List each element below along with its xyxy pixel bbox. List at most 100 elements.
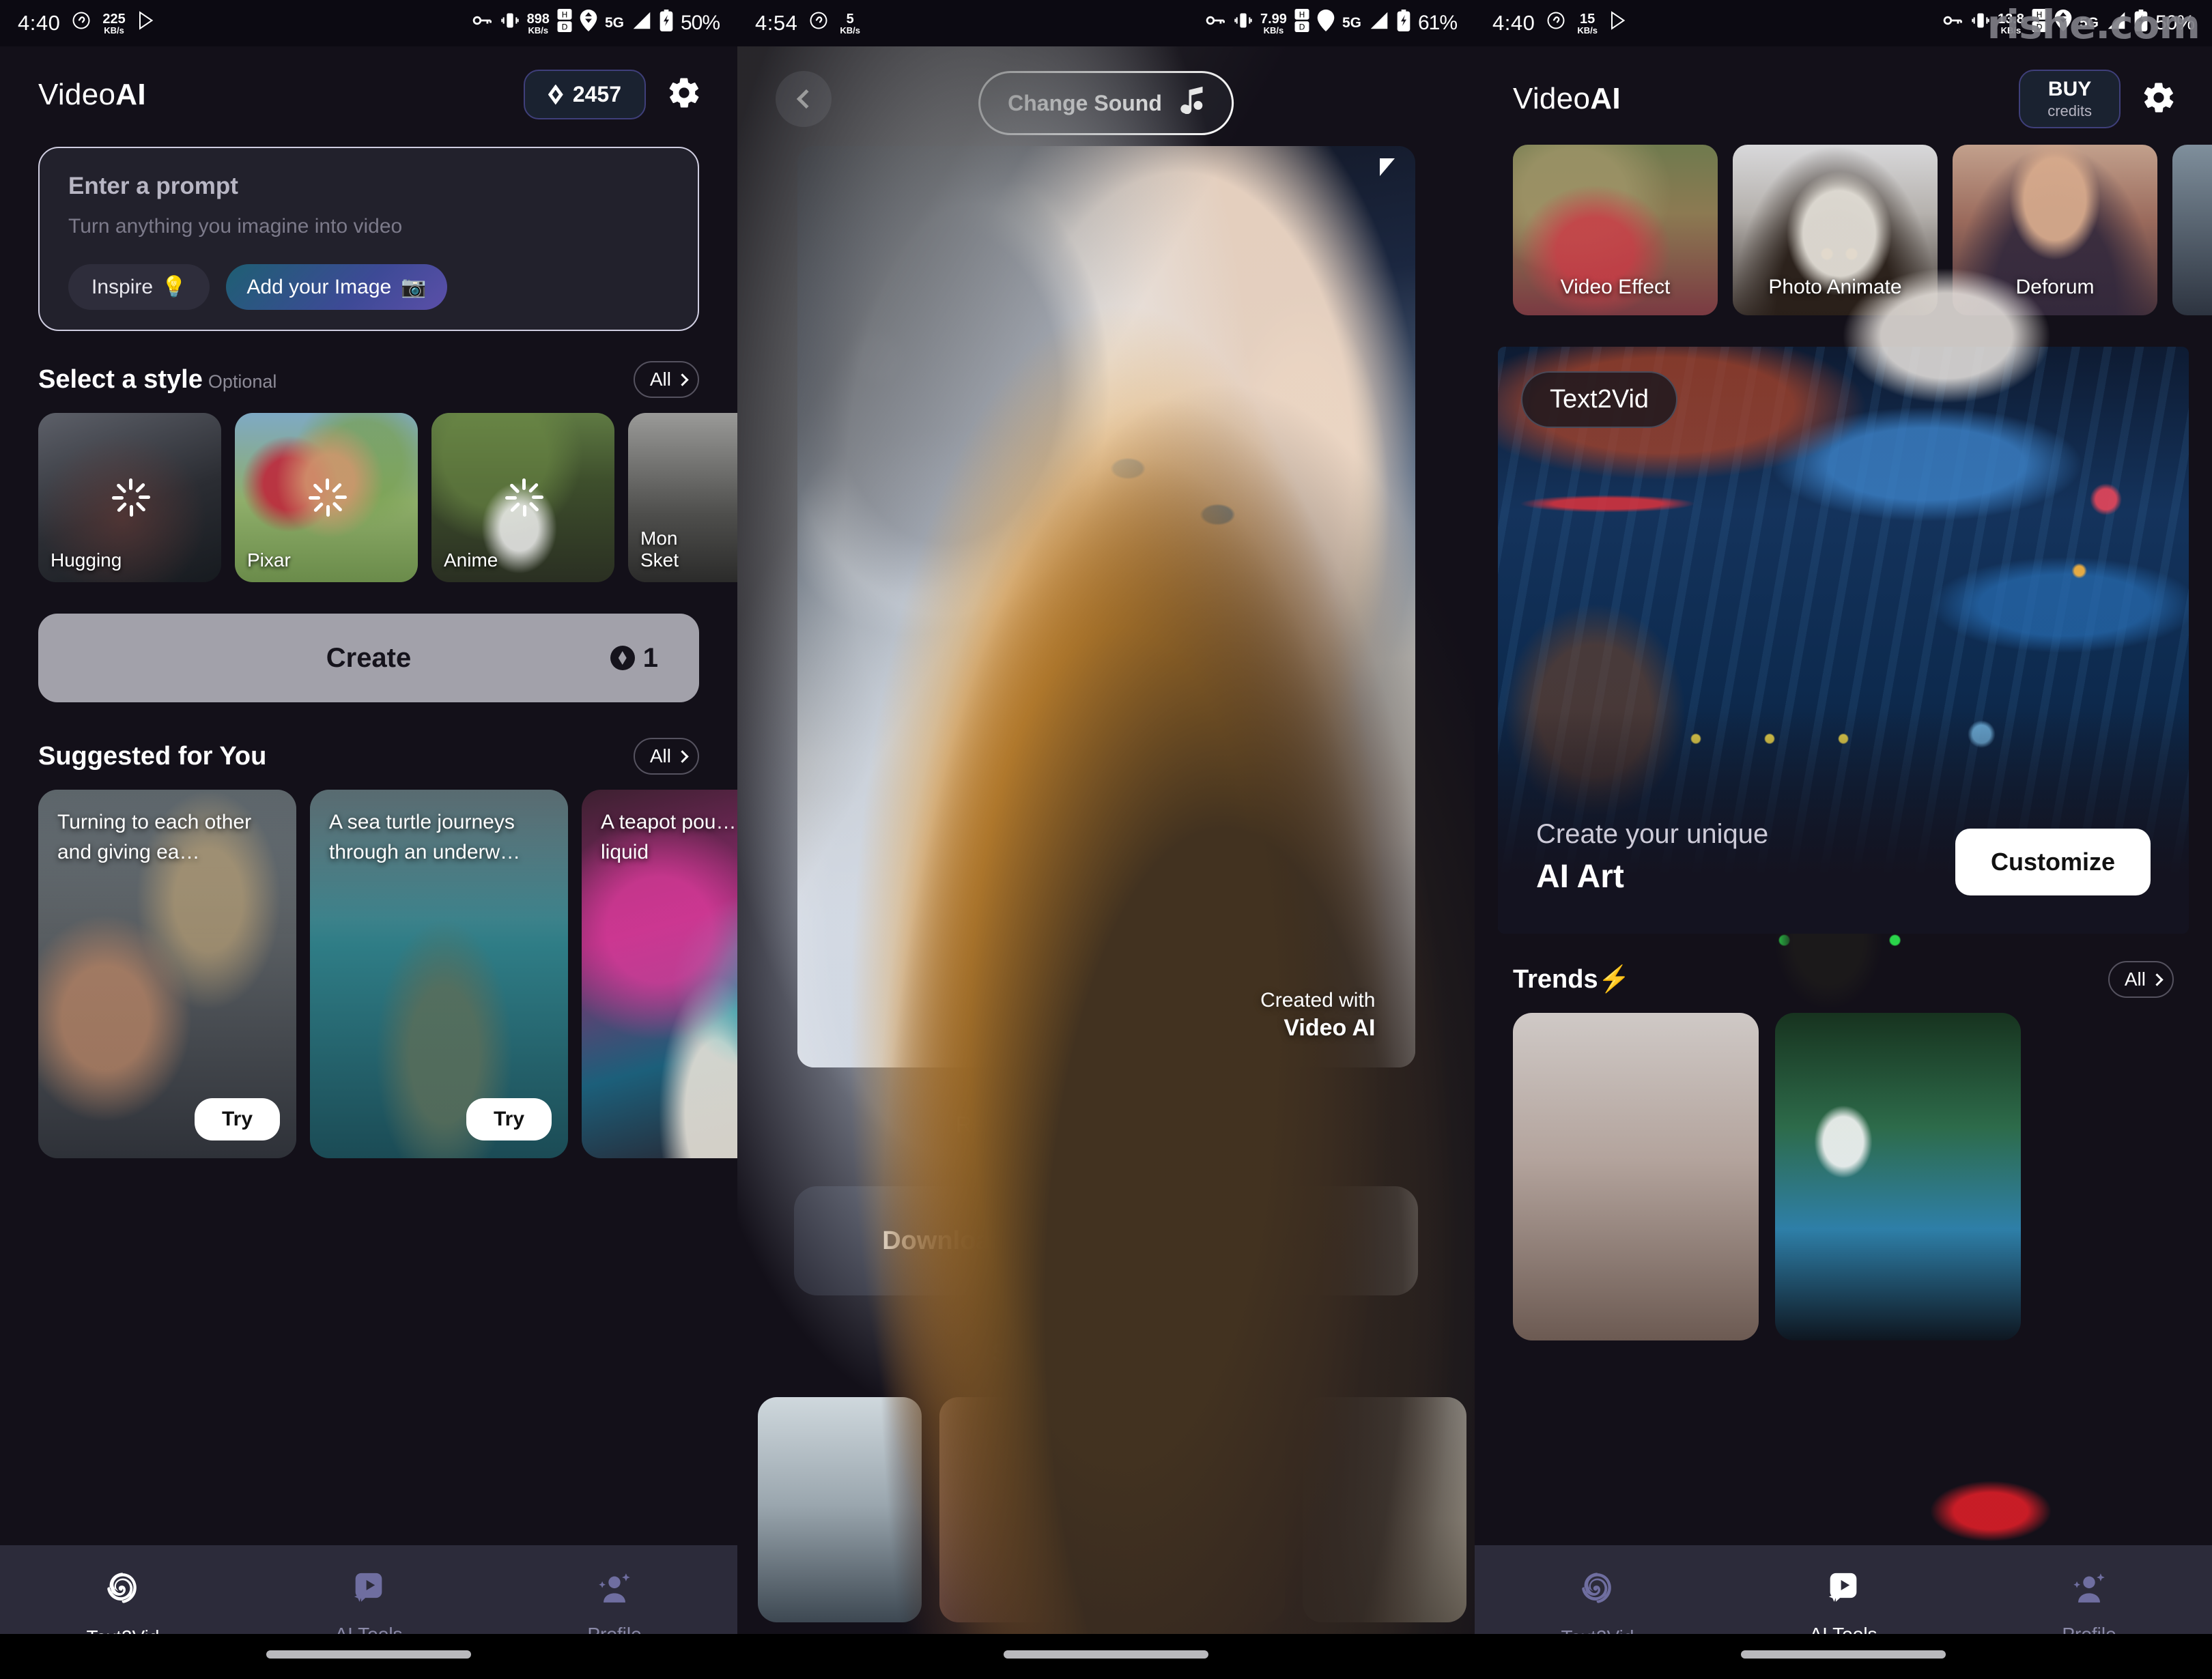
battery-percent: 61%: [1417, 12, 1458, 34]
trends-carousel[interactable]: [1475, 0, 2212, 1679]
style-carousel[interactable]: Hugging Pixar Anime Mon Sket: [0, 413, 737, 582]
style-card[interactable]: Pixar: [235, 413, 418, 582]
network-type: 5G: [1342, 15, 1361, 31]
create-cost-value: 1: [642, 642, 658, 673]
app-logo: VideoAI: [38, 77, 146, 111]
gesture-bar[interactable]: [1475, 1634, 2212, 1679]
svg-text:D: D: [561, 23, 567, 32]
feature-label: Deforum: [2015, 276, 2095, 298]
suggested-section-title: Suggested for You: [38, 741, 267, 771]
created-with-watermark: Created with Video AI: [1260, 989, 1375, 1042]
suggested-card-text: A sea turtle journeys through an underw…: [329, 811, 521, 863]
style-label: Hugging: [51, 549, 122, 571]
style-card[interactable]: Anime: [431, 413, 614, 582]
three-phone-screenshots: 4:40 225 KB/s 898 KB/s H D 5G 50% VideoA…: [0, 0, 2212, 1679]
credits-badge[interactable]: 2457: [523, 70, 646, 119]
style-card[interactable]: Hugging: [38, 413, 221, 582]
suggested-thumb[interactable]: [737, 0, 1475, 1679]
prompt-placeholder: Turn anything you imagine into video: [68, 215, 403, 238]
hero-badge: Text2Vid: [1521, 371, 1678, 428]
battery-percent: 50%: [680, 12, 720, 34]
suggested-card-text: Turning to each other and giving ea…: [57, 811, 252, 863]
credits-value: 2457: [572, 82, 621, 106]
trend-card[interactable]: [1475, 0, 2212, 1679]
suggested-section-header: Suggested for You All: [0, 738, 737, 775]
hero-text: Create your unique AI Art: [1536, 819, 1768, 895]
signal-icon: [632, 11, 652, 35]
play-store-icon: [137, 10, 157, 36]
hero-bottom-bar: Create your unique AI Art Customize: [1498, 708, 2189, 934]
hero-line1: Create your unique: [1536, 819, 1769, 849]
create-label: Create: [326, 642, 412, 673]
network-type: 5G: [604, 15, 624, 31]
battery-icon: [1397, 10, 1410, 37]
create-cost: 1: [610, 643, 658, 674]
inspire-button[interactable]: Inspire 💡: [68, 264, 210, 310]
suggested-card[interactable]: A teapot pou… magical liquid Try: [582, 790, 737, 1158]
style-label: Anime: [444, 549, 498, 571]
add-your-image-button[interactable]: Add your Image 📷: [226, 264, 447, 310]
vibrate-icon: [500, 12, 520, 35]
spiral-icon: [102, 1570, 144, 1616]
inspire-label: Inspire: [91, 275, 154, 298]
style-section-header: Select a style Optional All: [0, 361, 737, 398]
try-button[interactable]: Try: [466, 1098, 552, 1140]
signal-icon: [1369, 11, 1389, 35]
add-image-label: Add your Image: [246, 275, 392, 298]
spiral-icon: [1576, 1570, 1619, 1616]
phone-screen-text2vid: 4:40 225 KB/s 898 KB/s H D 5G 50% VideoA…: [0, 0, 737, 1679]
phone-screen-result: 4:54 5 KB/s 7.99 KB/s H D 5G 61% Created…: [737, 0, 1475, 1679]
battery-icon: [660, 10, 673, 37]
ai-play-icon: [1824, 1570, 1863, 1613]
site-watermark: rishe.com: [1987, 1, 2200, 48]
gesture-bar[interactable]: [0, 1634, 737, 1679]
key-icon: [1206, 12, 1226, 35]
phone-screen-ai-tools: rishe.com 4:40 15 KB/s 13.8 KB/s H D 5G …: [1475, 0, 2212, 1679]
status-time: 4:54: [755, 11, 798, 35]
shazam-icon: [1546, 10, 1566, 36]
style-card[interactable]: Mon Sket: [628, 413, 737, 582]
try-button[interactable]: Try: [194, 1098, 280, 1140]
status-time: 4:40: [18, 11, 61, 35]
svg-text:H: H: [1299, 10, 1305, 19]
loading-spinner-icon: [504, 478, 543, 517]
chevron-right-icon: [676, 373, 689, 386]
style-all-button[interactable]: All: [633, 361, 699, 398]
network-rate-indicator: 898 KB/s: [526, 11, 550, 35]
camera-icon: 📷: [401, 276, 427, 298]
data-rate-indicator: 5 KB/s: [840, 11, 860, 35]
status-bar-left: 4:40 225 KB/s 898 KB/s H D 5G 50%: [0, 0, 737, 46]
location-icon: [1317, 10, 1335, 37]
lightbulb-icon: 💡: [161, 276, 187, 298]
diamond-icon: [610, 646, 635, 670]
suggested-carousel[interactable]: Turning to each other and giving ea… Try…: [0, 790, 737, 1158]
loading-spinner-icon: [111, 478, 150, 517]
created-with-line1: Created with: [1260, 989, 1376, 1011]
prompt-card[interactable]: Enter a prompt Turn anything you imagine…: [38, 147, 699, 331]
svg-text:D: D: [1299, 23, 1305, 32]
vibrate-icon: [1234, 12, 1253, 35]
loading-spinner-icon: [307, 478, 347, 517]
feature-label: Photo Animate: [1768, 276, 1902, 298]
gear-icon[interactable]: [666, 75, 702, 114]
create-button[interactable]: Create 1: [38, 614, 699, 702]
suggested-card-text: A teapot pou… magical liquid: [601, 811, 737, 863]
hero-line2: AI Art: [1536, 859, 1624, 895]
suggested-card[interactable]: Turning to each other and giving ea… Try: [38, 790, 296, 1158]
suggested-all-button[interactable]: All: [633, 738, 699, 775]
suggested-card[interactable]: A sea turtle journeys through an underw……: [310, 790, 568, 1158]
feature-label: Video Effect: [1560, 276, 1671, 298]
status-time: 4:40: [1492, 11, 1535, 35]
gesture-bar[interactable]: [737, 1634, 1475, 1679]
play-store-icon: [1608, 10, 1629, 36]
ai-play-icon: [349, 1570, 388, 1613]
key-icon: [472, 12, 493, 35]
data-rate-indicator: 225 KB/s: [102, 11, 126, 35]
style-section-title: Select a style Optional: [38, 364, 277, 394]
app-bar-left: VideoAI 2457: [0, 46, 737, 126]
style-label: Pixar: [247, 549, 291, 571]
person-sparkle-icon: [595, 1570, 634, 1613]
customize-button[interactable]: Customize: [1955, 829, 2151, 895]
shazam-icon: [808, 10, 829, 36]
middle-suggested-carousel[interactable]: [737, 0, 1475, 1679]
